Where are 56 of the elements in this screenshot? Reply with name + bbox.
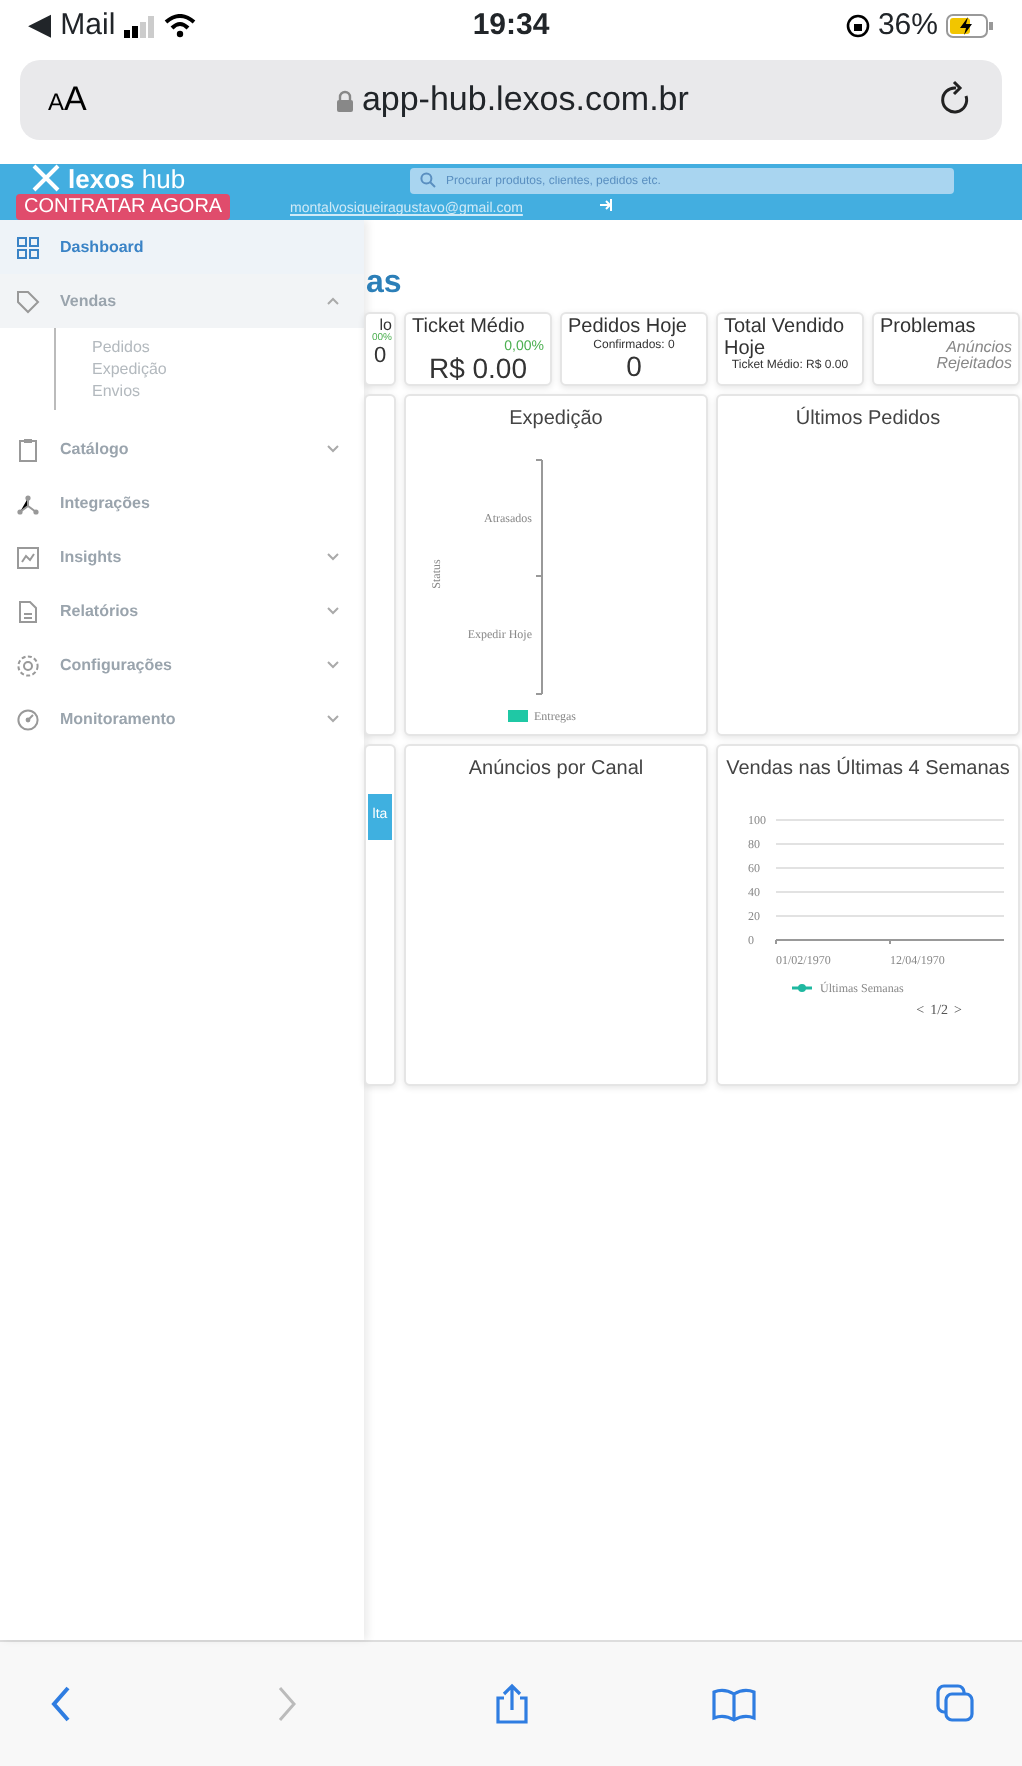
stat-title: Total Vendido Hoje [724,318,847,359]
submenu-item[interactable]: Envios [92,380,364,402]
orientation-lock-icon [845,14,870,38]
status-time: 19:34 [470,5,552,46]
page-title: as [364,264,404,304]
stat-value: 0 [371,345,389,368]
upgrade-button[interactable]: CONTRATAR AGORA [16,194,231,220]
sidebar-item[interactable]: Vendas [0,274,364,328]
sidebar-item[interactable]: Configurações [0,638,364,692]
x-logo-icon [32,164,60,192]
back-to-app-link[interactable]: ◀ Mail [28,3,116,49]
sidebar-item[interactable]: Dashboard [0,220,364,274]
chart-icon [16,545,40,569]
tabs-icon[interactable] [934,1682,978,1726]
stat-title: lo [379,318,392,334]
grid-icon [16,235,40,259]
submenu-item[interactable]: Pedidos [92,336,364,358]
logout-icon[interactable] [600,198,614,212]
sidebar-item[interactable]: Catálogo [0,422,364,476]
battery-icon [946,14,994,38]
panel-title: Vendas nas Últimas 4 Semanas [726,754,1010,784]
stat-title: Pedidos Hoje [568,318,689,339]
clipboard-icon [16,437,40,461]
chevron-icon [326,552,340,562]
stat-note: Anúncios Rejeitados [934,339,1012,373]
chevron-icon [326,606,340,616]
battery-percent: 36% [877,5,938,46]
gauge-icon [16,707,40,731]
chevron-icon [326,660,340,670]
tag-icon [16,289,40,313]
legend-marker [792,984,812,992]
nodes-icon [16,491,40,515]
sidebar-item[interactable]: Monitoramento [0,692,364,746]
stat-title: Ticket Médio [412,318,527,339]
stat-value: 0 [624,351,644,380]
stat-title: Problemas [880,318,978,339]
search-icon [420,172,436,188]
chevron-icon [326,296,340,306]
document-icon [16,599,40,623]
sidebar-item[interactable]: Integrações [0,476,364,530]
sidebar-item[interactable]: Relatórios [0,584,364,638]
text-size-button[interactable]: AA [48,74,87,126]
wifi-icon [163,14,196,38]
sidebar-item[interactable]: Insights [0,530,364,584]
panel-title: Expedição [509,406,603,434]
gear-icon [16,653,40,677]
panel-title: Últimos Pedidos [795,404,941,434]
logo-text: lexos hub [68,165,186,191]
signal-icon [123,15,156,37]
chevron-icon [326,444,340,454]
lock-icon [335,89,354,111]
submenu-item[interactable]: Expedição [92,358,364,380]
url-text[interactable]: app-hub.lexos.com.br [361,74,689,126]
panel-title: Anúncios por Canal [468,756,644,784]
chevron-icon [326,714,340,724]
stat-value: R$ 0.00 [426,353,528,382]
